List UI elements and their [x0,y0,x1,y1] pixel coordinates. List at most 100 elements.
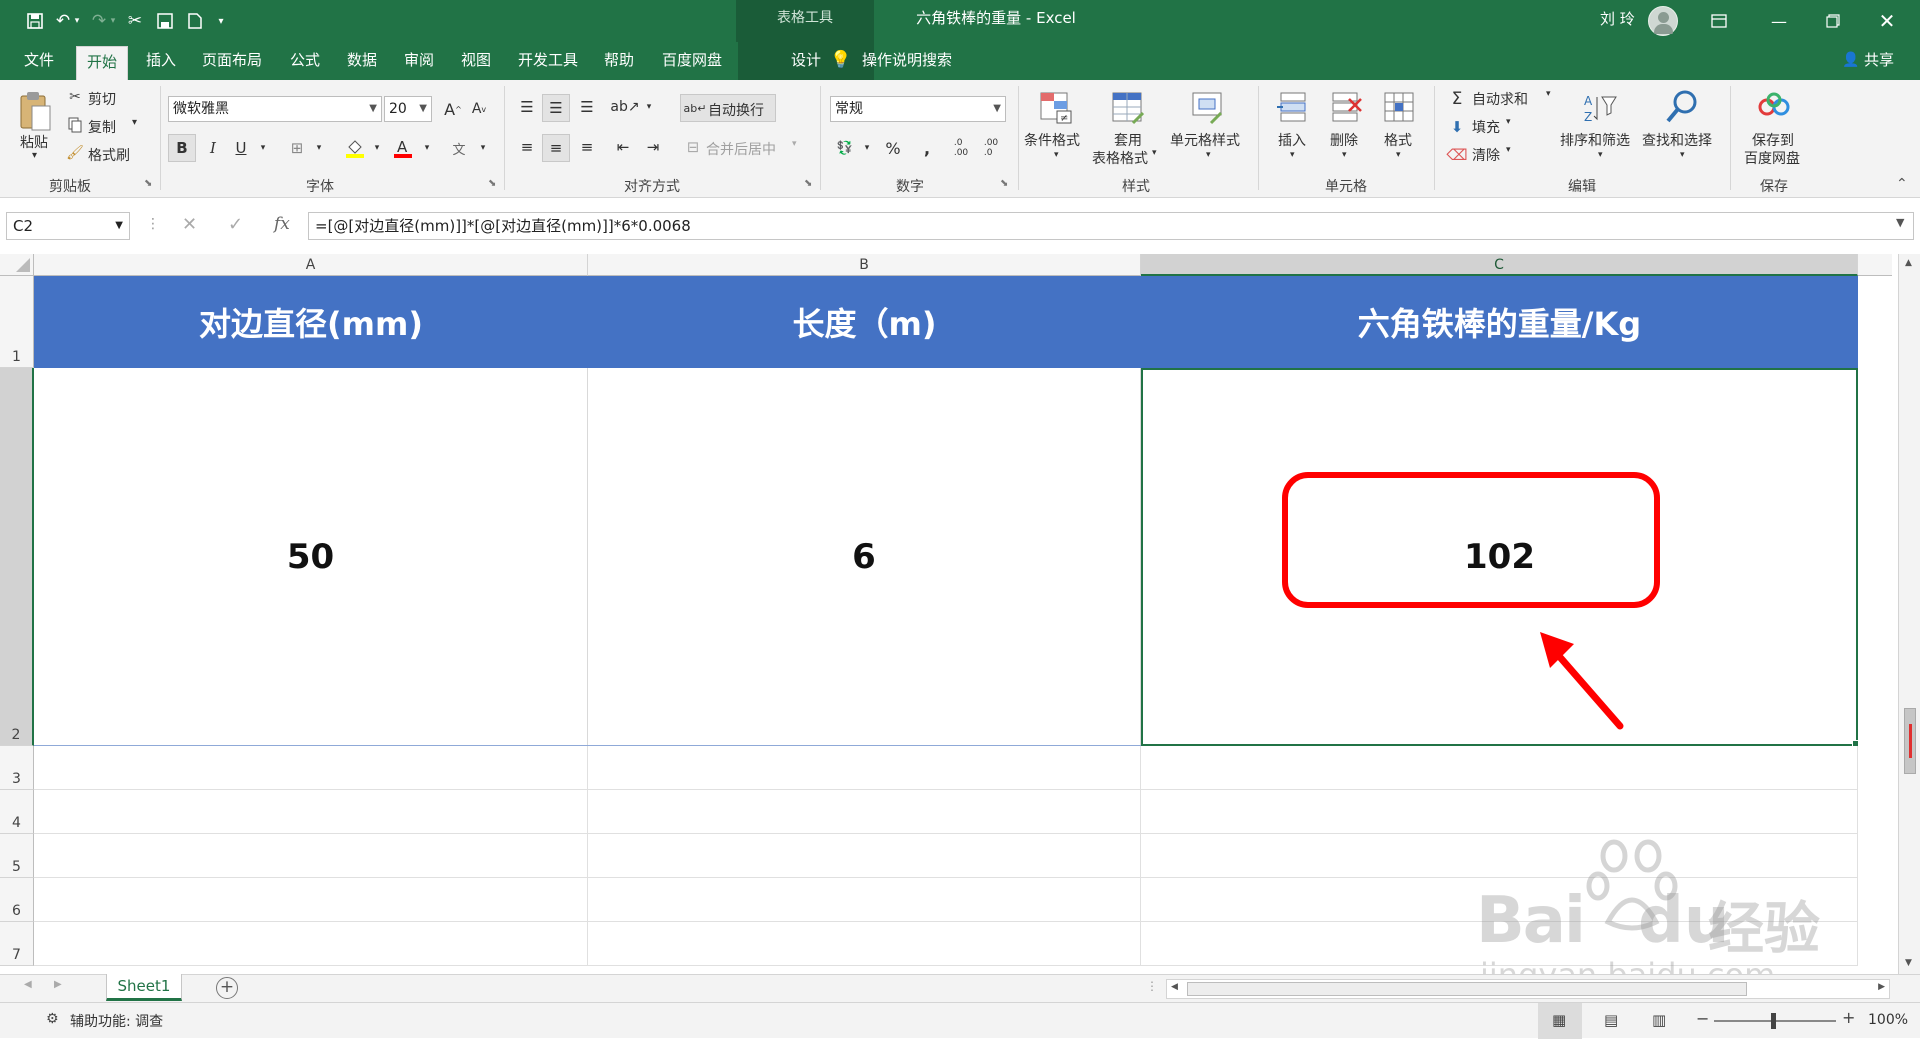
fill-dropdown-icon[interactable]: ▾ [1506,117,1511,127]
wrap-text-button[interactable]: 自动换行 [708,100,764,120]
copy-button[interactable]: 复制 [88,117,116,137]
delete-cells-icon[interactable] [1330,90,1364,126]
tab-split-handle-icon[interactable]: ⋮ [1146,979,1158,993]
percent-style-icon[interactable]: % [880,135,906,161]
underline-dropdown-icon[interactable]: ▾ [250,135,276,161]
tell-me-search[interactable]: 操作说明搜索 [860,42,954,80]
sort-filter-icon[interactable]: AZ [1582,90,1618,126]
format-cells-button[interactable]: 格式 [1384,130,1412,150]
find-select-button[interactable]: 查找和选择 [1642,130,1712,150]
scroll-right-icon[interactable]: ▶ [1878,982,1885,992]
empty-cell[interactable] [588,922,1141,966]
sort-filter-button[interactable]: 排序和筛选 [1560,130,1630,150]
borders-dropdown-icon[interactable]: ▾ [306,135,332,161]
format-painter-button[interactable]: 格式刷 [88,145,130,165]
empty-cell[interactable] [1141,834,1858,878]
increase-decimal-icon[interactable]: .0.00 [948,135,974,161]
baidu-netdisk-icon[interactable] [1756,90,1792,124]
format-as-table-label-2[interactable]: 表格格式 [1092,148,1148,168]
font-color-icon[interactable]: A [390,135,416,161]
cancel-icon[interactable]: ✕ [182,214,197,235]
cell-styles-button[interactable]: 单元格样式 [1170,130,1240,150]
decrease-indent-icon[interactable]: ⇤ [610,134,636,160]
empty-cell[interactable] [588,746,1141,790]
merge-center-icon[interactable]: ⊟ [680,134,706,160]
collapse-ribbon-icon[interactable]: ⌃ [1896,176,1908,192]
format-dropdown-icon[interactable]: ▾ [1396,150,1401,160]
table-format-dropdown-icon[interactable]: ▾ [1152,148,1157,158]
format-painter-icon[interactable]: 🖌 [66,144,84,162]
tab-formulas[interactable]: 公式 [288,42,322,80]
eraser-icon[interactable]: ⌫ [1444,142,1470,168]
clipboard-launcher-icon[interactable]: ⬊ [144,178,152,189]
empty-cell[interactable] [588,790,1141,834]
tab-home[interactable]: 开始 [76,46,129,80]
accessibility-status[interactable]: 辅助功能: 调查 [70,1011,163,1031]
orientation-dropdown-icon[interactable]: ▾ [636,94,662,120]
customize-quick-access-icon[interactable]: ▾ [208,8,234,34]
font-color-dropdown-icon[interactable]: ▾ [414,135,440,161]
sort-dropdown-icon[interactable]: ▾ [1598,150,1603,160]
undo-dropdown-icon[interactable]: ▾ [70,8,84,34]
save-as-icon[interactable] [152,8,178,34]
conditional-formatting-button[interactable]: 条件格式 [1024,130,1080,150]
redo-dropdown-icon[interactable]: ▾ [106,8,120,34]
conditional-formatting-icon[interactable]: ≠ [1038,90,1074,126]
insert-cells-icon[interactable] [1276,90,1310,126]
cell-styles-icon[interactable] [1190,90,1226,126]
align-center-icon[interactable]: ≡ [543,135,569,161]
align-bottom-icon[interactable]: ☰ [574,94,600,120]
row-header-2[interactable]: 2 [0,368,34,746]
empty-cell[interactable] [34,922,588,966]
decrease-font-icon[interactable]: Av [466,96,492,122]
number-launcher-icon[interactable]: ⬊ [1000,178,1008,189]
wrap-text-icon[interactable]: ab↵ [682,95,708,121]
avatar[interactable] [1648,6,1678,36]
empty-cell[interactable] [588,878,1141,922]
tab-file[interactable]: 文件 [22,42,56,80]
tab-baidu-netdisk[interactable]: 百度网盘 [660,42,724,80]
merge-dropdown-icon[interactable]: ▾ [792,139,797,149]
column-header-a[interactable]: A [34,254,588,276]
tab-insert[interactable]: 插入 [144,42,178,80]
add-sheet-icon[interactable]: + [216,977,238,999]
tab-data[interactable]: 数据 [345,42,379,80]
zoom-level[interactable]: 100% [1868,1012,1908,1028]
name-box[interactable]: C2 ▼ [6,212,130,240]
accessibility-icon[interactable]: ⚙ [46,1011,59,1027]
page-layout-view-icon[interactable]: ▤ [1604,1011,1618,1029]
column-header-d[interactable] [1858,254,1892,276]
normal-view-icon[interactable]: ▦ [1552,1011,1566,1029]
row-header-6[interactable]: 6 [0,878,34,922]
cut-icon[interactable]: ✂ [66,88,84,106]
select-all-corner[interactable] [0,254,34,276]
font-name-select[interactable]: 微软雅黑 ▼ [168,96,382,122]
find-dropdown-icon[interactable]: ▾ [1680,150,1685,160]
header-cell-diameter[interactable]: 对边直径(mm) [34,276,588,368]
copy-icon[interactable] [66,116,84,134]
autosum-icon[interactable]: Σ [1444,86,1470,112]
close-icon[interactable]: ✕ [1864,0,1910,42]
insert-function-icon[interactable]: fx [274,214,290,234]
autosum-button[interactable]: 自动求和 [1472,89,1528,109]
find-select-icon[interactable] [1664,88,1700,126]
minimize-icon[interactable]: — [1756,0,1802,42]
cut-button[interactable]: 剪切 [88,89,116,109]
fill-color-dropdown-icon[interactable]: ▾ [364,135,390,161]
increase-font-icon[interactable]: A ^ [440,96,466,122]
prev-sheet-icon[interactable]: ◀ [24,979,32,990]
delete-dropdown-icon[interactable]: ▾ [1342,150,1347,160]
header-cell-length[interactable]: 长度（m) [588,276,1141,368]
formula-bar-handle-icon[interactable]: ⋮ [146,216,160,232]
horizontal-scrollbar[interactable]: ◀ ▶ [1166,979,1890,999]
paste-label[interactable]: 粘贴 [20,132,48,152]
scroll-left-icon[interactable]: ◀ [1171,982,1178,992]
clear-dropdown-icon[interactable]: ▾ [1506,145,1511,155]
comma-style-icon[interactable]: , [914,135,940,161]
column-header-c[interactable]: C [1141,254,1858,276]
save-to-netdisk-line2[interactable]: 百度网盘 [1744,148,1800,168]
empty-cell[interactable] [588,834,1141,878]
fill-button[interactable]: 填充 [1472,117,1500,137]
italic-button[interactable]: I [200,135,226,161]
ribbon-display-options-icon[interactable] [1696,0,1742,42]
